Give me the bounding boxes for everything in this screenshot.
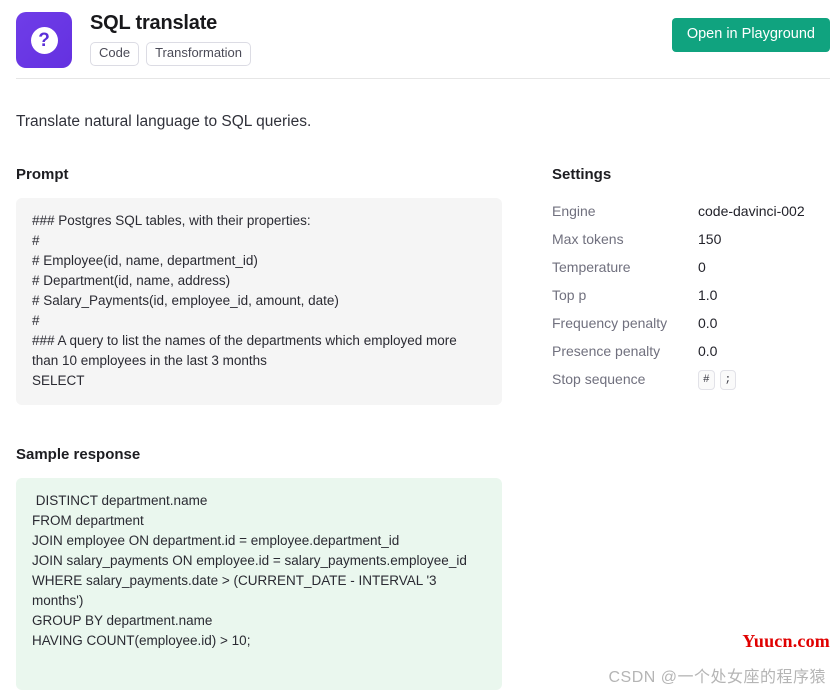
setting-row-frequency-penalty: Frequency penalty 0.0	[552, 310, 824, 338]
sample-response-textbox: DISTINCT department.name FROM department…	[16, 478, 502, 690]
page-description: Translate natural language to SQL querie…	[0, 111, 840, 133]
setting-value: 150	[698, 231, 721, 248]
app-icon: ?	[16, 12, 72, 68]
tag-code[interactable]: Code	[90, 42, 139, 66]
setting-label: Engine	[552, 203, 698, 220]
setting-label: Presence penalty	[552, 343, 698, 360]
setting-label: Temperature	[552, 259, 698, 276]
setting-row-top-p: Top p 1.0	[552, 282, 824, 310]
sample-response-heading: Sample response	[16, 446, 502, 464]
setting-value: 0	[698, 259, 706, 276]
tag-transformation[interactable]: Transformation	[146, 42, 251, 66]
setting-label: Frequency penalty	[552, 315, 698, 332]
setting-label: Stop sequence	[552, 371, 698, 388]
setting-row-temperature: Temperature 0	[552, 254, 824, 282]
stop-sequence-chips: # ;	[698, 370, 736, 390]
setting-label: Max tokens	[552, 231, 698, 248]
setting-value: 0.0	[698, 315, 717, 332]
setting-row-engine: Engine code-davinci-002	[552, 198, 824, 226]
stop-sequence-chip-semicolon: ;	[720, 370, 737, 390]
setting-value: code-davinci-002	[698, 203, 805, 220]
page-header: ? SQL translate Code Transformation Open…	[0, 0, 840, 78]
setting-value: 1.0	[698, 287, 717, 304]
left-column: Prompt ### Postgres SQL tables, with the…	[16, 166, 502, 690]
title-block: SQL translate Code Transformation	[90, 10, 251, 66]
settings-panel: Settings Engine code-davinci-002 Max tok…	[502, 166, 824, 394]
setting-row-stop-sequence: Stop sequence # ;	[552, 366, 824, 394]
stop-sequence-chip-hash: #	[698, 370, 715, 390]
prompt-heading: Prompt	[16, 166, 502, 184]
watermark-site: Yuucn.com	[742, 631, 830, 652]
prompt-textbox[interactable]: ### Postgres SQL tables, with their prop…	[16, 198, 502, 405]
setting-row-presence-penalty: Presence penalty 0.0	[552, 338, 824, 366]
setting-value: 0.0	[698, 343, 717, 360]
content-area: Prompt ### Postgres SQL tables, with the…	[0, 166, 840, 690]
question-mark-icon: ?	[31, 27, 58, 54]
page-title: SQL translate	[90, 11, 251, 35]
settings-list: Engine code-davinci-002 Max tokens 150 T…	[552, 198, 824, 394]
open-in-playground-button[interactable]: Open in Playground	[672, 18, 830, 52]
setting-row-max-tokens: Max tokens 150	[552, 226, 824, 254]
tag-list: Code Transformation	[90, 42, 251, 66]
setting-label: Top p	[552, 287, 698, 304]
watermark-author: CSDN @一个处女座的程序猿	[608, 663, 826, 687]
header-divider	[16, 78, 830, 79]
settings-heading: Settings	[552, 166, 824, 184]
